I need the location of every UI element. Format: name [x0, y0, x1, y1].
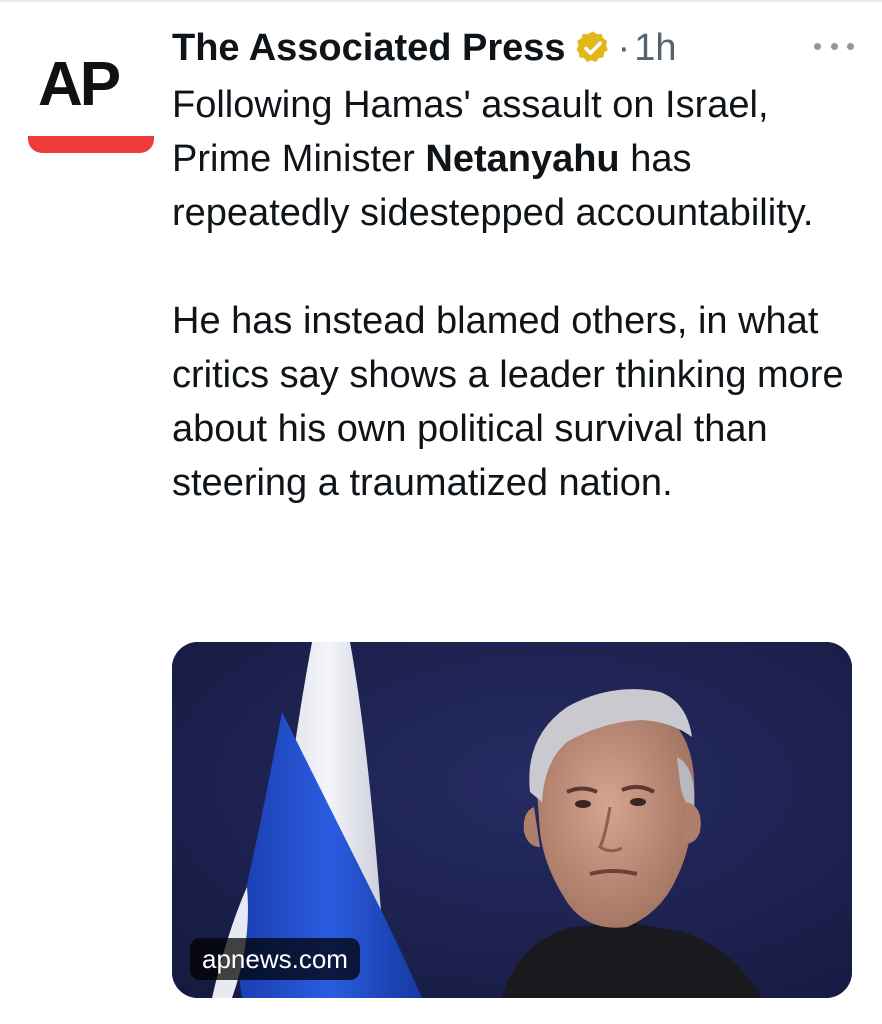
more-dot-2: [830, 42, 838, 50]
link-card-image[interactable]: apnews.com: [172, 642, 852, 998]
avatar-logo: AP: [38, 50, 121, 119]
link-domain-label: apnews.com: [190, 938, 360, 980]
post-header: The Associated Press · 1h: [172, 22, 676, 74]
top-divider: [0, 0, 882, 2]
avatar-logo-underline: [28, 136, 154, 153]
author-name[interactable]: The Associated Press: [172, 27, 566, 70]
highlighted-term: Netanyahu: [425, 138, 620, 180]
post-paragraph-1: Following Hamas' assault on Israel, Prim…: [172, 78, 852, 240]
meta-separator: ·: [617, 26, 631, 69]
verified-badge-icon[interactable]: [574, 29, 612, 67]
post-paragraph-2: He has instead blamed others, in what cr…: [172, 300, 844, 504]
post-timestamp[interactable]: 1h: [634, 27, 676, 70]
author-avatar[interactable]: AP: [28, 28, 154, 158]
more-options-icon[interactable]: [814, 36, 854, 56]
post-text: Following Hamas' assault on Israel, Prim…: [172, 78, 852, 510]
more-dot-3: [847, 42, 854, 50]
more-dot-1: [814, 42, 821, 50]
